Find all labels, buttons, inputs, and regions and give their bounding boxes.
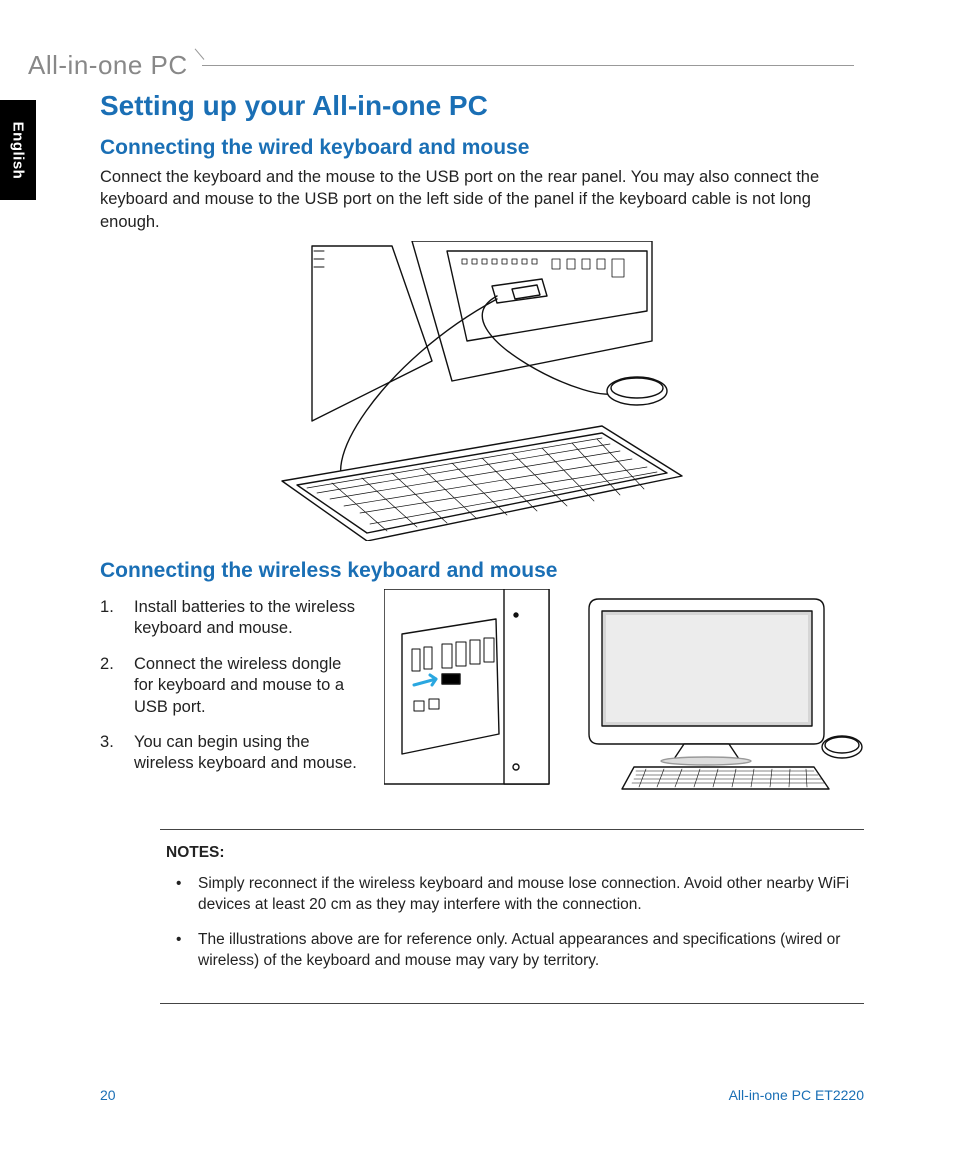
wireless-steps-list: Install batteries to the wireless keyboa…	[100, 597, 360, 775]
wireless-figure-column	[380, 589, 864, 799]
page-content: Setting up your All-in-one PC Connecting…	[100, 90, 864, 1004]
footer-model: All-in-one PC ET2220	[729, 1087, 864, 1103]
notes-list: Simply reconnect if the wireless keyboar…	[166, 874, 858, 972]
section-heading-wired: Connecting the wired keyboard and mouse	[100, 136, 864, 160]
product-line-title: All-in-one PC	[28, 50, 202, 81]
language-label: English	[10, 121, 27, 179]
page-header: All-in-one PC	[28, 50, 854, 81]
list-item: Simply reconnect if the wireless keyboar…	[166, 874, 858, 916]
list-item: Install batteries to the wireless keyboa…	[100, 597, 360, 640]
page-title: Setting up your All-in-one PC	[100, 90, 864, 122]
notes-box: NOTES: Simply reconnect if the wireless …	[160, 829, 864, 1005]
section-heading-wireless: Connecting the wireless keyboard and mou…	[100, 559, 864, 583]
notes-label: NOTES:	[166, 844, 858, 862]
page-footer: 20 All-in-one PC ET2220	[100, 1087, 864, 1103]
page-number: 20	[100, 1087, 116, 1103]
illustration-wired	[252, 241, 712, 541]
wireless-columns: Install batteries to the wireless keyboa…	[100, 589, 864, 799]
list-item: You can begin using the wireless keyboar…	[100, 732, 360, 775]
wireless-steps-column: Install batteries to the wireless keyboa…	[100, 589, 360, 799]
language-tab: English	[0, 100, 36, 200]
header-rule	[202, 65, 854, 66]
section-paragraph-wired: Connect the keyboard and the mouse to th…	[100, 166, 864, 233]
figure-wired-connection	[100, 241, 864, 541]
list-item: The illustrations above are for referenc…	[166, 930, 858, 972]
illustration-wireless	[384, 589, 864, 799]
list-item: Connect the wireless dongle for keyboard…	[100, 654, 360, 718]
